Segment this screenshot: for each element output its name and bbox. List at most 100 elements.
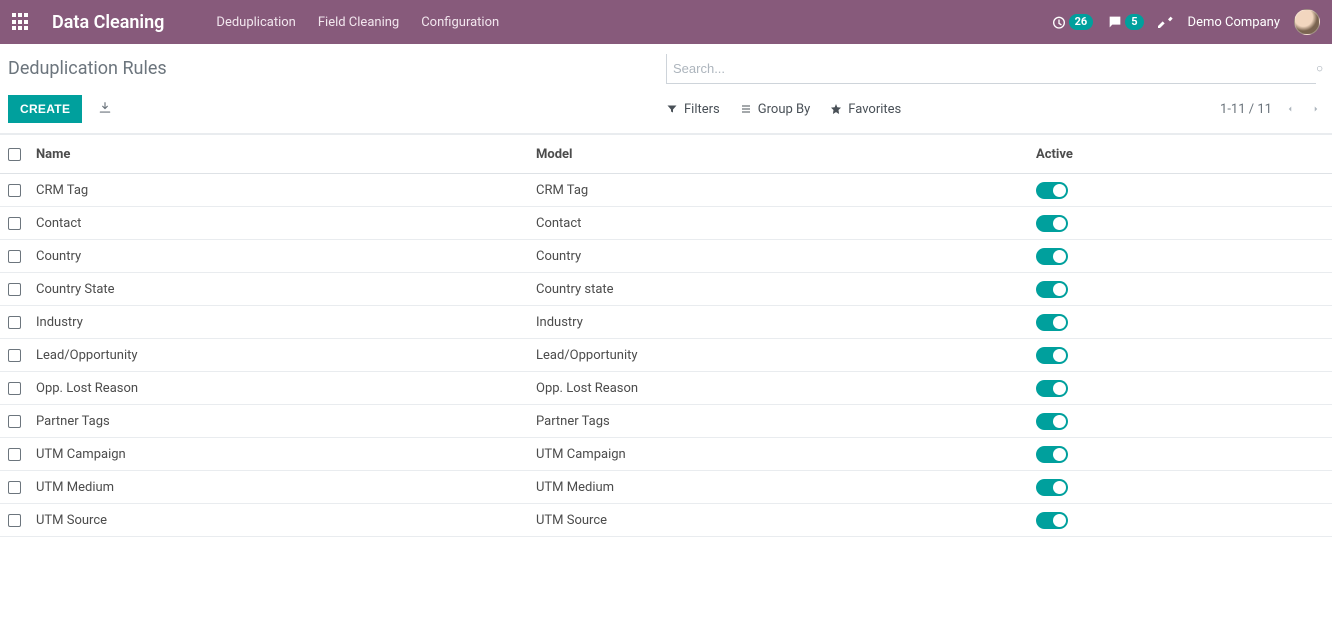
- nav-menu: Deduplication Field Cleaning Configurati…: [216, 15, 499, 30]
- pager-text[interactable]: 1-11 / 11: [1220, 102, 1272, 117]
- menu-deduplication[interactable]: Deduplication: [216, 15, 295, 30]
- active-toggle[interactable]: [1036, 281, 1068, 298]
- chevron-right-icon: [1311, 104, 1321, 114]
- messages-count: 5: [1125, 14, 1143, 30]
- pager-next[interactable]: [1308, 101, 1324, 117]
- row-model: CRM Tag: [536, 183, 1036, 198]
- star-icon: [830, 103, 842, 115]
- nav-right: 26 5 Demo Company: [1051, 9, 1320, 35]
- row-model: Contact: [536, 216, 1036, 231]
- pager: 1-11 / 11: [1220, 101, 1324, 117]
- row-model: UTM Source: [536, 513, 1036, 528]
- activity-count: 26: [1069, 14, 1094, 30]
- active-toggle[interactable]: [1036, 413, 1068, 430]
- row-name: Contact: [36, 216, 536, 231]
- row-model: Country: [536, 249, 1036, 264]
- menu-field-cleaning[interactable]: Field Cleaning: [318, 15, 399, 30]
- active-toggle[interactable]: [1036, 479, 1068, 496]
- table-row[interactable]: UTM MediumUTM Medium: [0, 471, 1332, 504]
- row-checkbox[interactable]: [8, 382, 21, 395]
- breadcrumb: Deduplication Rules: [8, 52, 666, 85]
- row-checkbox[interactable]: [8, 415, 21, 428]
- list-header: Name Model Active: [0, 134, 1332, 174]
- table-row[interactable]: Opp. Lost ReasonOpp. Lost Reason: [0, 372, 1332, 405]
- table-row[interactable]: UTM CampaignUTM Campaign: [0, 438, 1332, 471]
- row-name: UTM Campaign: [36, 447, 536, 462]
- search-box[interactable]: [666, 54, 1316, 84]
- col-header-active[interactable]: Active: [1036, 147, 1296, 162]
- row-checkbox[interactable]: [8, 283, 21, 296]
- row-name: UTM Medium: [36, 480, 536, 495]
- active-toggle[interactable]: [1036, 182, 1068, 199]
- table-row[interactable]: CRM TagCRM Tag: [0, 174, 1332, 207]
- row-name: Partner Tags: [36, 414, 536, 429]
- table-row[interactable]: ContactContact: [0, 207, 1332, 240]
- wrench-icon[interactable]: [1158, 14, 1174, 30]
- row-name: Country State: [36, 282, 536, 297]
- company-switcher[interactable]: Demo Company: [1188, 15, 1280, 30]
- row-checkbox[interactable]: [8, 514, 21, 527]
- list-icon: [740, 103, 752, 115]
- filters-bar: Filters Group By Favorites: [666, 102, 901, 117]
- favorites-button[interactable]: Favorites: [830, 102, 901, 117]
- row-name: Industry: [36, 315, 536, 330]
- row-name: Country: [36, 249, 536, 264]
- table-row[interactable]: Partner TagsPartner Tags: [0, 405, 1332, 438]
- filters-button[interactable]: Filters: [666, 102, 720, 117]
- row-name: Opp. Lost Reason: [36, 381, 536, 396]
- select-all-checkbox[interactable]: [8, 148, 21, 161]
- col-header-model[interactable]: Model: [536, 147, 1036, 162]
- row-model: Industry: [536, 315, 1036, 330]
- funnel-icon: [666, 103, 678, 115]
- row-checkbox[interactable]: [8, 481, 21, 494]
- search-input[interactable]: [671, 57, 1312, 80]
- activity-button[interactable]: 26: [1051, 14, 1094, 30]
- nav-left: Data Cleaning Deduplication Field Cleani…: [12, 12, 499, 33]
- groupby-button[interactable]: Group By: [740, 102, 811, 117]
- row-checkbox[interactable]: [8, 349, 21, 362]
- chat-icon: [1107, 14, 1123, 30]
- filters-label: Filters: [684, 102, 720, 117]
- row-checkbox[interactable]: [8, 250, 21, 263]
- row-model: Partner Tags: [536, 414, 1036, 429]
- active-toggle[interactable]: [1036, 314, 1068, 331]
- row-model: UTM Campaign: [536, 447, 1036, 462]
- row-name: CRM Tag: [36, 183, 536, 198]
- download-button[interactable]: [92, 100, 118, 119]
- row-checkbox[interactable]: [8, 184, 21, 197]
- app-name[interactable]: Data Cleaning: [52, 12, 164, 33]
- apps-icon[interactable]: [12, 13, 30, 31]
- active-toggle[interactable]: [1036, 446, 1068, 463]
- create-button[interactable]: CREATE: [8, 95, 82, 123]
- clock-icon: [1051, 14, 1067, 30]
- avatar[interactable]: [1294, 9, 1320, 35]
- active-toggle[interactable]: [1036, 248, 1068, 265]
- menu-configuration[interactable]: Configuration: [421, 15, 499, 30]
- active-toggle[interactable]: [1036, 215, 1068, 232]
- favorites-label: Favorites: [848, 102, 901, 117]
- col-header-name[interactable]: Name: [36, 147, 536, 162]
- table-row[interactable]: IndustryIndustry: [0, 306, 1332, 339]
- table-row[interactable]: CountryCountry: [0, 240, 1332, 273]
- row-name: UTM Source: [36, 513, 536, 528]
- active-toggle[interactable]: [1036, 347, 1068, 364]
- groupby-label: Group By: [758, 102, 811, 117]
- chevron-left-icon: [1285, 104, 1295, 114]
- row-model: Lead/Opportunity: [536, 348, 1036, 363]
- navbar: Data Cleaning Deduplication Field Cleani…: [0, 0, 1332, 44]
- pager-prev[interactable]: [1282, 101, 1298, 117]
- messages-button[interactable]: 5: [1107, 14, 1143, 30]
- active-toggle[interactable]: [1036, 380, 1068, 397]
- row-checkbox[interactable]: [8, 448, 21, 461]
- row-model: Country state: [536, 282, 1036, 297]
- download-icon: [98, 101, 112, 115]
- row-name: Lead/Opportunity: [36, 348, 536, 363]
- row-checkbox[interactable]: [8, 217, 21, 230]
- list-body: CRM TagCRM TagContactContactCountryCount…: [0, 174, 1332, 537]
- active-toggle[interactable]: [1036, 512, 1068, 529]
- row-checkbox[interactable]: [8, 316, 21, 329]
- table-row[interactable]: Country StateCountry state: [0, 273, 1332, 306]
- table-row[interactable]: UTM SourceUTM Source: [0, 504, 1332, 537]
- table-row[interactable]: Lead/OpportunityLead/Opportunity: [0, 339, 1332, 372]
- search-toggle-icon[interactable]: [1316, 54, 1324, 84]
